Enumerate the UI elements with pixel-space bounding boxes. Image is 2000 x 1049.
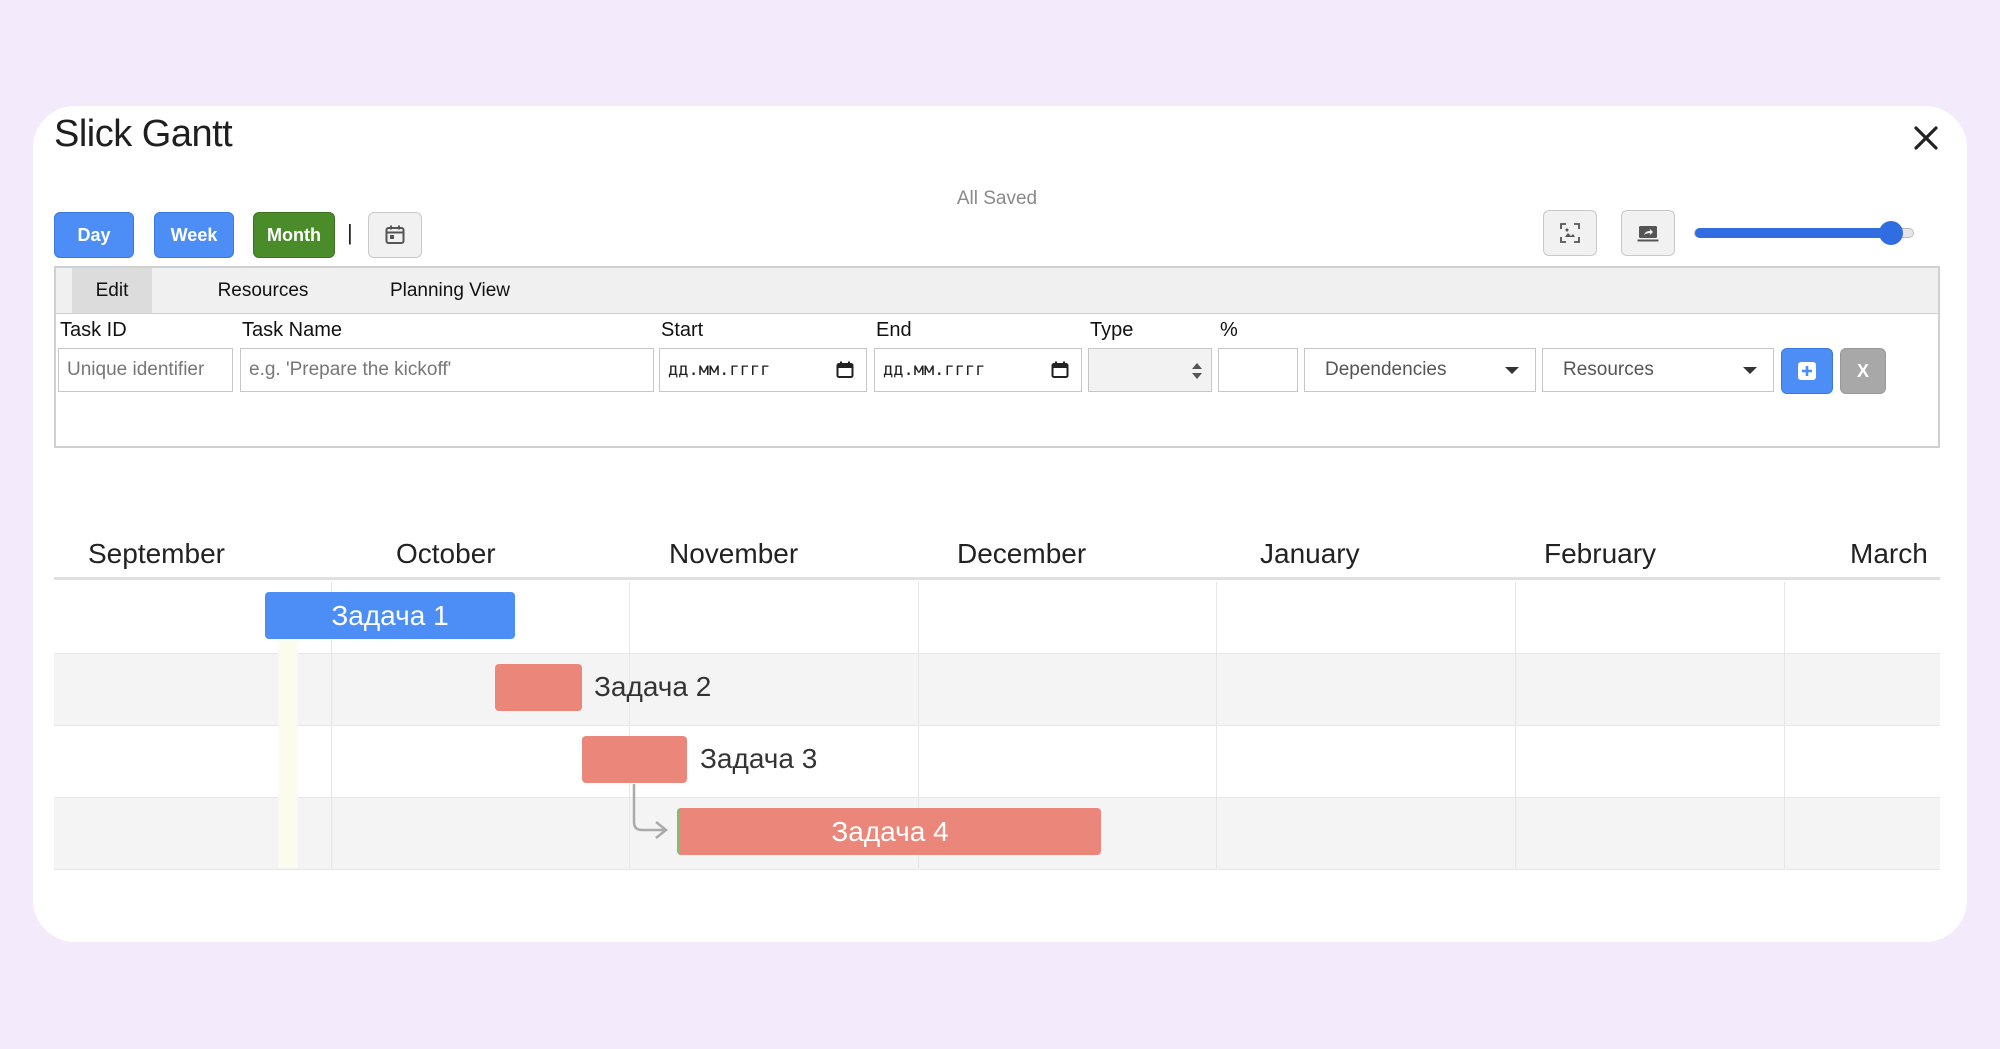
start-label: Start bbox=[661, 319, 704, 341]
plus-icon bbox=[1798, 362, 1816, 380]
month-label: November bbox=[669, 538, 799, 569]
percent-input[interactable] bbox=[1218, 348, 1298, 392]
calendar-button[interactable] bbox=[368, 212, 422, 258]
gridline bbox=[1784, 582, 1785, 868]
month-label: October bbox=[396, 538, 496, 569]
start-date-input[interactable]: дд.мм.гггг bbox=[659, 348, 867, 392]
month-label: September bbox=[88, 538, 225, 569]
month-label: January bbox=[1260, 538, 1360, 569]
gantt-row bbox=[54, 726, 1940, 798]
tab-edit[interactable]: Edit bbox=[72, 268, 152, 313]
add-task-button[interactable] bbox=[1781, 348, 1833, 394]
task-editor-panel: Edit Resources Planning View Task ID Tas… bbox=[54, 266, 1940, 448]
screen-share-icon bbox=[1637, 226, 1659, 242]
calendar-icon bbox=[385, 225, 405, 244]
week-view-button[interactable]: Week bbox=[154, 212, 234, 258]
task-bar-label: Задача 1 bbox=[331, 599, 449, 631]
percent-label: % bbox=[1220, 319, 1238, 341]
end-label: End bbox=[876, 319, 912, 341]
month-view-button[interactable]: Month bbox=[253, 212, 335, 258]
resources-value: Resources bbox=[1563, 359, 1654, 380]
task-bar-label: Задача 4 bbox=[831, 815, 949, 847]
task-bar[interactable] bbox=[495, 664, 582, 711]
dependencies-select[interactable]: Dependencies bbox=[1304, 348, 1536, 392]
task-bar[interactable]: Задача 1 bbox=[265, 592, 515, 639]
save-status: All Saved bbox=[956, 188, 1038, 209]
task-bar-label: Задача 2 bbox=[594, 671, 712, 702]
tab-resources[interactable]: Resources bbox=[190, 268, 336, 313]
task-id-input[interactable]: Unique identifier bbox=[58, 348, 233, 392]
gridline bbox=[1515, 582, 1516, 868]
task-name-label: Task Name bbox=[242, 319, 343, 341]
type-label: Type bbox=[1090, 319, 1134, 341]
calendar-icon[interactable] bbox=[836, 361, 854, 379]
task-bar[interactable]: Задача 4 bbox=[677, 808, 1101, 855]
task-bar[interactable] bbox=[582, 736, 687, 783]
cancel-button[interactable]: X bbox=[1840, 348, 1886, 394]
dependencies-value: Dependencies bbox=[1325, 359, 1447, 380]
zoom-slider-fill bbox=[1695, 228, 1892, 238]
spinner-arrows-icon bbox=[1192, 363, 1202, 379]
image-export-icon bbox=[1560, 223, 1580, 243]
chevron-down-icon bbox=[1743, 367, 1757, 374]
dependency-arrow bbox=[632, 784, 669, 839]
task-id-label: Task ID bbox=[60, 319, 127, 341]
start-date-value: дд.мм.гггг bbox=[668, 360, 771, 380]
tab-planning-view[interactable]: Planning View bbox=[366, 268, 534, 313]
chevron-down-icon bbox=[1505, 367, 1519, 374]
month-label: March bbox=[1850, 538, 1928, 569]
month-label: February bbox=[1544, 538, 1657, 569]
timeline-header: September October November December Janu… bbox=[54, 538, 1940, 580]
toolbar-separator: | bbox=[347, 220, 353, 245]
resources-select[interactable]: Resources bbox=[1542, 348, 1774, 392]
present-button[interactable] bbox=[1621, 210, 1675, 256]
task-bar-label: Задача 3 bbox=[700, 743, 818, 774]
month-label: December bbox=[957, 538, 1087, 569]
type-select[interactable] bbox=[1088, 348, 1212, 392]
gridline bbox=[1216, 582, 1217, 868]
close-icon[interactable] bbox=[1908, 120, 1944, 156]
calendar-icon[interactable] bbox=[1051, 361, 1069, 379]
today-marker bbox=[278, 640, 298, 868]
end-date-value: дд.мм.гггг bbox=[883, 360, 986, 380]
export-image-button[interactable] bbox=[1543, 210, 1597, 256]
zoom-slider-thumb[interactable] bbox=[1879, 221, 1904, 245]
zoom-slider[interactable] bbox=[1694, 221, 1914, 245]
editor-tabbar: Edit Resources Planning View bbox=[56, 268, 1938, 314]
gantt-row bbox=[54, 654, 1940, 726]
task-name-input[interactable]: e.g. 'Prepare the kickoff' bbox=[240, 348, 654, 392]
end-date-input[interactable]: дд.мм.гггг bbox=[874, 348, 1082, 392]
app-title: Slick Gantt bbox=[54, 113, 233, 155]
day-view-button[interactable]: Day bbox=[54, 212, 134, 258]
